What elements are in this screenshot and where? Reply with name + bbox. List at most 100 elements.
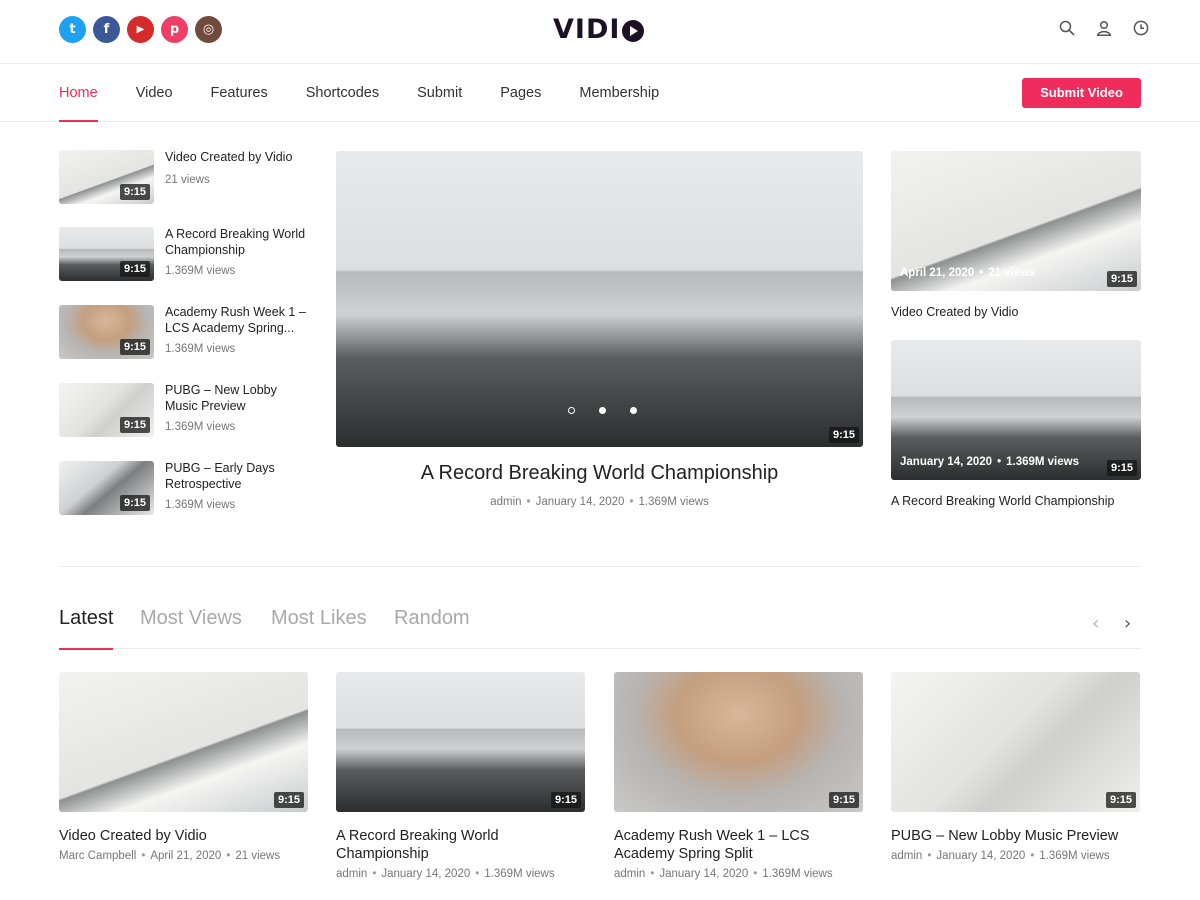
view-count: 21 views <box>235 850 281 862</box>
video-card[interactable]: 9:15 PUBG – New Lobby Music Preview admi… <box>891 672 1141 862</box>
tab-most-likes[interactable]: Most Likes <box>271 607 367 649</box>
meta-separator: • <box>141 850 146 862</box>
nav-item-home[interactable]: Home <box>59 64 98 122</box>
nav-item-submit[interactable]: Submit <box>417 64 462 122</box>
slider-dot[interactable] <box>599 407 606 414</box>
header-tools <box>1059 20 1149 36</box>
view-count: 1.369M views <box>638 496 709 508</box>
video-meta: Marc Campbell • April 21, 2020 • 21 views <box>59 850 309 862</box>
duration-badge: 9:15 <box>273 792 304 808</box>
youtube-icon[interactable]: ▶ <box>127 16 154 43</box>
duration-badge: 9:15 <box>1105 792 1136 808</box>
author[interactable]: admin <box>490 496 521 508</box>
video-thumbnail[interactable]: 9:15 <box>59 227 154 281</box>
author[interactable]: admin <box>336 868 367 880</box>
video-title[interactable]: A Record Breaking World Championship <box>891 494 1141 508</box>
video-card[interactable]: 9:15 A Record Breaking World Championshi… <box>336 672 586 880</box>
video-thumbnail[interactable]: 9:15 <box>336 672 585 812</box>
video-title[interactable]: A Record Breaking World Championship <box>165 227 311 258</box>
video-title[interactable]: Video Created by Vidio <box>165 150 311 166</box>
video-title[interactable]: PUBG – New Lobby Music Preview <box>891 827 1141 845</box>
pinterest-icon[interactable]: p <box>161 16 188 43</box>
author[interactable]: admin <box>614 868 645 880</box>
video-title[interactable]: Academy Rush Week 1 – LCS Academy Spring… <box>614 827 864 863</box>
post-date: January 14, 2020 <box>936 850 1026 862</box>
view-count: 1.369M views <box>165 421 236 433</box>
slider-dot[interactable] <box>630 407 637 414</box>
video-thumbnail[interactable]: 9:15 <box>891 672 1140 812</box>
nav-item-video[interactable]: Video <box>136 64 173 122</box>
featured-thumbnail[interactable]: 9:15 <box>336 151 863 447</box>
post-date: January 14, 2020 <box>659 868 749 880</box>
slider-dot[interactable] <box>568 407 575 414</box>
featured-title[interactable]: A Record Breaking World Championship <box>336 462 863 485</box>
author[interactable]: Marc Campbell <box>59 850 136 862</box>
video-card[interactable]: 9:15 Video Created by Vidio Marc Campbel… <box>59 672 309 862</box>
duration-badge: 9:15 <box>828 792 859 808</box>
video-thumbnail[interactable]: 9:15 <box>59 383 154 437</box>
chevron-right-icon[interactable]: › <box>1124 613 1131 634</box>
duration-badge: 9:15 <box>1106 460 1137 476</box>
meta-separator: • <box>997 456 1002 468</box>
list-item[interactable]: 9:15 Academy Rush Week 1 – LCS Academy S… <box>59 305 309 361</box>
nav-item-membership[interactable]: Membership <box>579 64 659 122</box>
right-video-card[interactable]: April 21, 2020 • 21 views 9:15 Video Creat… <box>891 151 1141 319</box>
video-title[interactable]: PUBG – Early Days Retrospective <box>165 461 311 492</box>
meta-separator: • <box>753 868 758 880</box>
video-title[interactable]: PUBG – New Lobby Music Preview <box>165 383 311 414</box>
duration-badge: 9:15 <box>1106 271 1137 287</box>
list-item[interactable]: 9:15 PUBG – Early Days Retrospective 1.3… <box>59 461 309 517</box>
main-nav: Home Video Features Shortcodes Submit Pa… <box>0 64 1200 122</box>
video-thumbnail[interactable]: 9:15 <box>614 672 863 812</box>
right-video-card[interactable]: January 14, 2020 • 1.369M views 9:15 A Rec… <box>891 340 1141 508</box>
video-title[interactable]: Video Created by Vidio <box>59 827 309 845</box>
video-meta: admin • January 14, 2020 • 1.369M views <box>614 868 864 880</box>
slider-dots <box>568 407 637 414</box>
list-item[interactable]: 9:15 Video Created by Vidio 21 views <box>59 150 309 206</box>
meta-separator: • <box>927 850 932 862</box>
duration-badge: 9:15 <box>119 339 150 355</box>
video-title[interactable]: Video Created by Vidio <box>891 305 1141 319</box>
meta-separator: • <box>650 868 655 880</box>
meta-separator: • <box>226 850 231 862</box>
video-thumbnail[interactable]: April 21, 2020 • 21 views 9:15 <box>891 151 1141 291</box>
user-icon[interactable] <box>1096 20 1112 36</box>
video-tabs: Latest Most Views Most Likes Random ‹ › <box>59 603 1141 650</box>
list-item[interactable]: 9:15 PUBG – New Lobby Music Preview 1.36… <box>59 383 309 439</box>
facebook-icon[interactable]: f <box>93 16 120 43</box>
duration-badge: 9:15 <box>828 427 859 443</box>
view-count: 1.369M views <box>762 868 833 880</box>
submit-video-button[interactable]: Submit Video <box>1022 78 1141 108</box>
list-item[interactable]: 9:15 A Record Breaking World Championshi… <box>59 227 309 283</box>
instagram-icon[interactable]: ◎ <box>195 16 222 43</box>
video-thumbnail[interactable]: 9:15 <box>59 461 154 515</box>
video-thumbnail[interactable]: 9:15 <box>59 150 154 204</box>
video-thumbnail[interactable]: 9:15 <box>59 672 308 812</box>
nav-item-features[interactable]: Features <box>211 64 268 122</box>
logo-text: VIDI <box>553 14 621 45</box>
view-count: 21 views <box>165 174 210 186</box>
tab-random[interactable]: Random <box>394 607 470 649</box>
twitter-icon[interactable]: t <box>59 16 86 43</box>
video-title[interactable]: Academy Rush Week 1 – LCS Academy Spring… <box>165 305 311 336</box>
view-count: 1.369M views <box>484 868 555 880</box>
video-title[interactable]: A Record Breaking World Championship <box>336 827 586 863</box>
video-thumbnail[interactable]: January 14, 2020 • 1.369M views 9:15 <box>891 340 1141 480</box>
nav-item-shortcodes[interactable]: Shortcodes <box>306 64 379 122</box>
video-card[interactable]: 9:15 Academy Rush Week 1 – LCS Academy S… <box>614 672 864 880</box>
meta-separator: • <box>979 267 984 279</box>
search-icon[interactable] <box>1059 20 1075 36</box>
top-bar: t f ▶ p ◎ VIDI <box>0 0 1200 64</box>
tab-most-views[interactable]: Most Views <box>140 607 242 649</box>
tab-latest[interactable]: Latest <box>59 607 114 650</box>
video-meta: admin • January 14, 2020 • 1.369M views <box>891 850 1141 862</box>
chevron-left-icon[interactable]: ‹ <box>1092 613 1099 634</box>
site-logo[interactable]: VIDI <box>553 14 645 45</box>
clock-icon[interactable] <box>1133 20 1149 36</box>
meta-separator: • <box>526 496 531 508</box>
video-thumbnail[interactable]: 9:15 <box>59 305 154 359</box>
author[interactable]: admin <box>891 850 922 862</box>
view-count: 21 views <box>988 267 1036 279</box>
view-count: 1.369M views <box>165 499 236 511</box>
nav-item-pages[interactable]: Pages <box>500 64 541 122</box>
